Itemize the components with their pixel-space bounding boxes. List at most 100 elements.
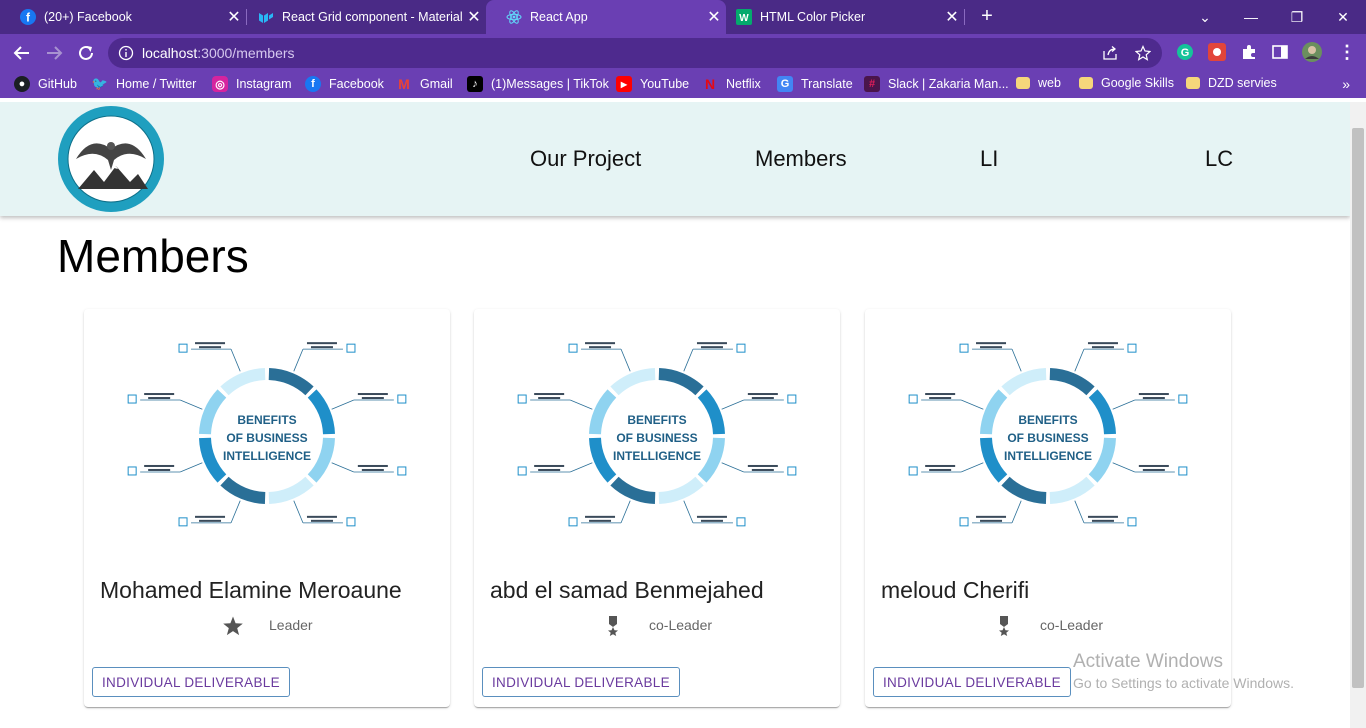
bookmark-facebook[interactable]: f Facebook (305, 76, 384, 92)
benefit-label-mark (700, 346, 723, 349)
benefit-label-mark (700, 519, 723, 522)
new-tab-button[interactable]: + (976, 5, 998, 27)
extension-red-icon[interactable] (1208, 43, 1226, 61)
bookmark-instagram[interactable]: ◎ Instagram (212, 76, 292, 92)
benefit-label-mark (357, 464, 388, 467)
business-intelligence-image: BENEFITS OF BUSINESS INTELLIGENCE (127, 342, 407, 527)
ring-segment (1001, 476, 1047, 504)
infographic-title: BENEFITS (1018, 413, 1077, 427)
infographic-title: INTELLIGENCE (223, 449, 311, 463)
nav-members[interactable]: Members (755, 146, 847, 172)
vertical-scrollbar[interactable] (1350, 102, 1366, 728)
browser-tab-strip: f (20+) Facebook ✕ React Grid component … (0, 0, 1366, 34)
bookmark-gmail[interactable]: M Gmail (396, 76, 453, 92)
bookmark-translate[interactable]: G Translate (777, 76, 853, 92)
bookmark-folder-web[interactable]: web (1016, 76, 1061, 90)
benefit-icon (568, 343, 578, 353)
tab-react-app[interactable]: React App ✕ (486, 0, 726, 34)
infographic-title: BENEFITS (237, 413, 296, 427)
benefit-label-mark (696, 342, 727, 345)
benefit-icon (178, 517, 188, 527)
benefit-icon (787, 466, 797, 476)
twitter-icon: 🐦 (91, 76, 109, 91)
benefit-icon (346, 517, 356, 527)
minimize-button[interactable]: — (1228, 0, 1274, 34)
connector-line (1074, 500, 1085, 523)
bookmark-twitter[interactable]: 🐦 Home / Twitter (92, 76, 196, 92)
benefit-label-mark (747, 393, 778, 396)
app-header: Our Project Members LI LC (0, 102, 1350, 216)
nav-lc[interactable]: LC (1205, 146, 1233, 172)
connector-line (1011, 500, 1022, 523)
connector-line (180, 462, 203, 473)
connector-line (620, 349, 631, 372)
benefit-label-mark (306, 342, 337, 345)
individual-deliverable-button[interactable]: INDIVIDUAL DELIVERABLE (482, 667, 680, 697)
share-icon[interactable] (1102, 45, 1118, 61)
tab-react-grid[interactable]: React Grid component - Material ✕ (238, 0, 486, 34)
tab-title: React Grid component - Material (282, 10, 462, 24)
arrow-left-icon (13, 46, 29, 60)
bookmark-folder-google-skills[interactable]: Google Skills (1079, 76, 1174, 90)
profile-avatar[interactable] (1302, 42, 1322, 62)
nav-li[interactable]: LI (980, 146, 998, 172)
bookmarks-bar: ● GitHub 🐦 Home / Twitter ◎ Instagram f Face… (0, 72, 1366, 98)
restore-button[interactable]: ❐ (1274, 0, 1320, 34)
ring-segment (589, 389, 617, 435)
tab-color-picker[interactable]: W HTML Color Picker ✕ (716, 0, 964, 34)
bookmark-netflix[interactable]: N Netflix (702, 76, 761, 92)
individual-deliverable-button[interactable]: INDIVIDUAL DELIVERABLE (873, 667, 1071, 697)
benefit-label-mark (585, 515, 616, 518)
info-icon[interactable] (118, 45, 134, 61)
bookmark-tiktok[interactable]: ♪ (1)Messages | TikTok (467, 76, 609, 92)
bookmark-github[interactable]: ● GitHub (14, 76, 77, 92)
bookmark-star-icon[interactable] (1135, 45, 1151, 61)
bookmark-youtube[interactable]: ▶ YouTube (616, 76, 689, 92)
close-tab-icon[interactable]: ✕ (462, 7, 486, 27)
extensions-puzzle-icon[interactable] (1240, 43, 1258, 61)
folder-icon (1079, 77, 1093, 89)
benefit-icon (517, 394, 527, 404)
bookmark-folder-dzd[interactable]: DZD servies (1186, 76, 1277, 90)
ring-segment (980, 389, 1008, 435)
benefit-label-mark (199, 519, 222, 522)
side-panel-icon[interactable] (1271, 43, 1289, 61)
individual-deliverable-button[interactable]: INDIVIDUAL DELIVERABLE (92, 667, 290, 697)
benefit-label-mark (589, 519, 612, 522)
reload-button[interactable] (74, 42, 98, 64)
benefit-label-mark (310, 346, 333, 349)
close-window-button[interactable]: ✕ (1320, 0, 1366, 34)
mui-icon (258, 9, 274, 25)
member-role: Leader (269, 617, 313, 633)
address-bar[interactable]: localhost:3000/members (108, 38, 1162, 68)
ring-segment (220, 368, 266, 396)
benefit-icon (736, 343, 746, 353)
close-tab-icon[interactable]: ✕ (940, 7, 964, 27)
benefit-icon (959, 343, 969, 353)
benefit-label-mark (747, 464, 778, 467)
ring-segment (220, 476, 266, 504)
eagle-logo[interactable] (56, 104, 166, 214)
back-button[interactable] (10, 42, 34, 64)
benefit-label-mark (144, 393, 175, 396)
tab-facebook[interactable]: f (20+) Facebook ✕ (0, 0, 246, 34)
benefit-icon (908, 394, 918, 404)
forward-button[interactable] (42, 42, 66, 64)
benefit-icon (1178, 394, 1188, 404)
benefit-label-mark (538, 468, 561, 471)
nav-our-project[interactable]: Our Project (530, 146, 641, 172)
benefit-label-mark (361, 468, 384, 471)
benefit-icon (397, 394, 407, 404)
netflix-icon: N (704, 76, 716, 92)
grammarly-icon[interactable]: G (1176, 43, 1194, 61)
tab-search-icon[interactable]: ⌄ (1182, 0, 1228, 34)
benefit-label-mark (585, 342, 616, 345)
benefit-label-mark (696, 515, 727, 518)
bookmarks-overflow-icon[interactable]: » (1342, 76, 1350, 92)
slack-icon: # (864, 76, 880, 92)
menu-kebab-icon[interactable]: ⋮ (1338, 42, 1356, 63)
scrollbar-thumb[interactable] (1352, 128, 1364, 688)
bookmark-slack[interactable]: # Slack | Zakaria Man... (864, 76, 1009, 92)
benefit-label-mark (357, 393, 388, 396)
medal-icon (608, 616, 618, 636)
